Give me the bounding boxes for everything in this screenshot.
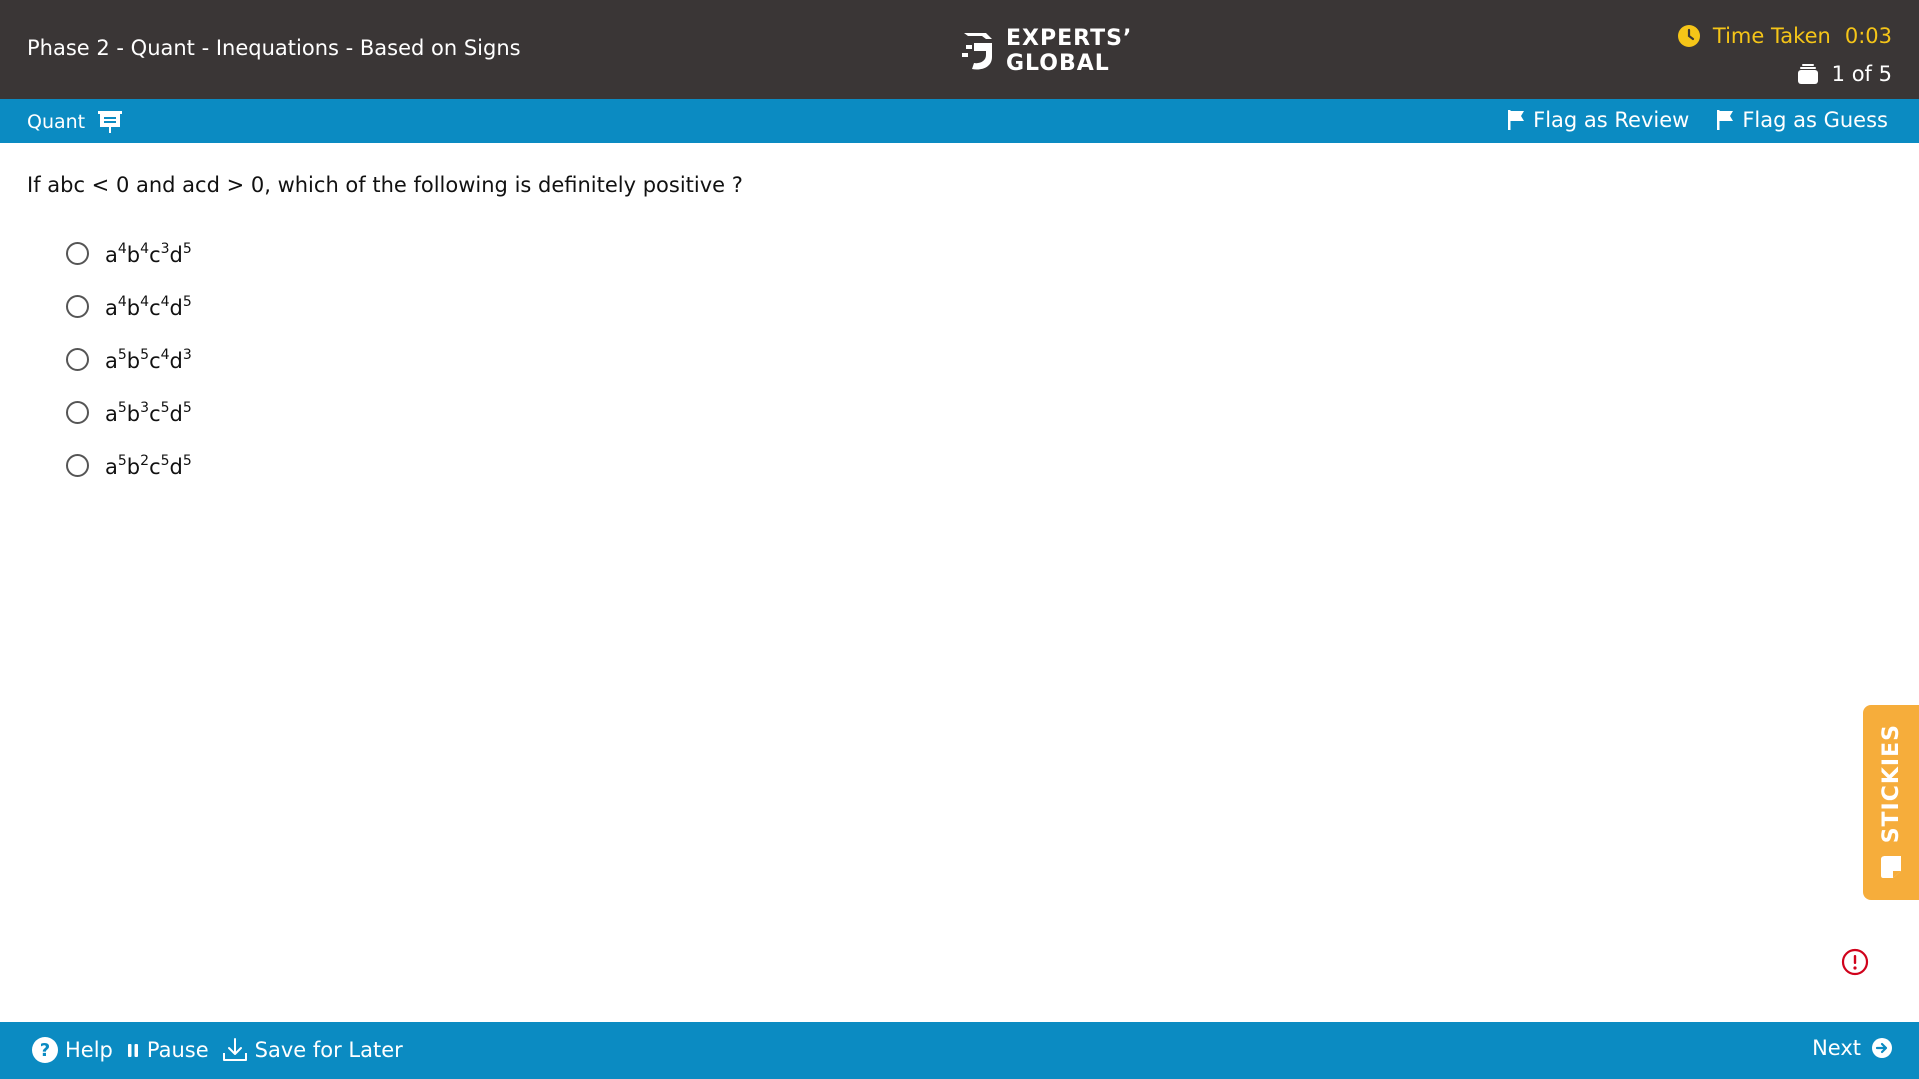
svg-text:?: ? xyxy=(40,1040,50,1061)
test-title: Phase 2 - Quant - Inequations - Based on… xyxy=(27,36,521,60)
pause-label: Pause xyxy=(146,1038,209,1062)
next-button[interactable]: Next xyxy=(1812,1036,1893,1060)
pause-button[interactable]: Pause xyxy=(125,1038,209,1062)
time-taken: Time Taken 0:03 xyxy=(1677,24,1892,48)
flag-icon xyxy=(1717,110,1734,130)
answer-option-2[interactable]: a4b4c4d5 xyxy=(66,280,192,333)
flag-as-review-button[interactable]: Flag as Review xyxy=(1506,108,1689,132)
option-expression: a5b3c5d5 xyxy=(105,399,192,426)
flag-review-label: Flag as Review xyxy=(1533,108,1690,132)
question-stack-icon xyxy=(1797,64,1818,84)
arrow-right-circle-icon xyxy=(1872,1038,1892,1058)
flag-guess-label: Flag as Guess xyxy=(1742,108,1888,132)
section-indicator: Quant xyxy=(27,109,123,135)
next-label: Next xyxy=(1812,1036,1861,1060)
bottom-bar: ? Help Pause Save for Later Next xyxy=(0,1022,1919,1079)
presentation-board-icon[interactable] xyxy=(97,109,123,135)
answer-option-4[interactable]: a5b3c5d5 xyxy=(66,386,192,439)
option-expression: a4b4c4d5 xyxy=(105,293,192,320)
progress-text: 1 of 5 xyxy=(1831,62,1892,86)
radio-button[interactable] xyxy=(66,295,89,318)
answer-options: a4b4c3d5 a4b4c4d5 a5b5c4d3 a5b3c5d5 a5b2… xyxy=(66,227,192,492)
timer-label: Time Taken xyxy=(1712,24,1831,48)
question-progress: 1 of 5 xyxy=(1796,62,1892,86)
timer-value: 0:03 xyxy=(1844,24,1892,48)
clock-icon xyxy=(1677,25,1700,47)
pause-icon xyxy=(127,1044,138,1057)
stickies-label: STICKIES xyxy=(1878,723,1904,844)
save-for-later-button[interactable]: Save for Later xyxy=(221,1037,403,1063)
option-expression: a5b5c4d3 xyxy=(105,346,192,373)
sticky-note-icon xyxy=(1881,856,1901,879)
top-bar: Phase 2 - Quant - Inequations - Based on… xyxy=(0,0,1919,99)
help-icon: ? xyxy=(32,1037,58,1063)
flag-icon xyxy=(1508,110,1525,130)
section-label: Quant xyxy=(27,111,86,133)
radio-button[interactable] xyxy=(66,348,89,371)
question-text: If abc < 0 and acd > 0, which of the fol… xyxy=(27,173,743,197)
experts-global-logo: EXPERTS’ GLOBAL xyxy=(958,26,1132,76)
radio-button[interactable] xyxy=(66,242,89,265)
answer-option-1[interactable]: a4b4c3d5 xyxy=(66,227,192,280)
download-icon xyxy=(222,1038,247,1061)
help-label: Help xyxy=(65,1038,113,1062)
save-label: Save for Later xyxy=(254,1038,403,1062)
option-expression: a4b4c3d5 xyxy=(105,240,192,267)
section-bar: Quant Flag as Review Flag as Guess xyxy=(0,99,1919,143)
report-issue-icon[interactable] xyxy=(1841,948,1869,976)
radio-button[interactable] xyxy=(66,454,89,477)
answer-option-3[interactable]: a5b5c4d3 xyxy=(66,333,192,386)
option-expression: a5b2c5d5 xyxy=(105,452,192,479)
answer-option-5[interactable]: a5b2c5d5 xyxy=(66,439,192,492)
radio-button[interactable] xyxy=(66,401,89,424)
logo-mark-icon xyxy=(962,33,992,70)
help-button[interactable]: ? Help xyxy=(31,1036,113,1064)
logo-line-2: GLOBAL xyxy=(1006,51,1110,76)
logo-line-1: EXPERTS’ xyxy=(1006,26,1133,51)
stickies-tab[interactable]: STICKIES xyxy=(1863,705,1919,900)
flag-as-guess-button[interactable]: Flag as Guess xyxy=(1715,108,1888,132)
